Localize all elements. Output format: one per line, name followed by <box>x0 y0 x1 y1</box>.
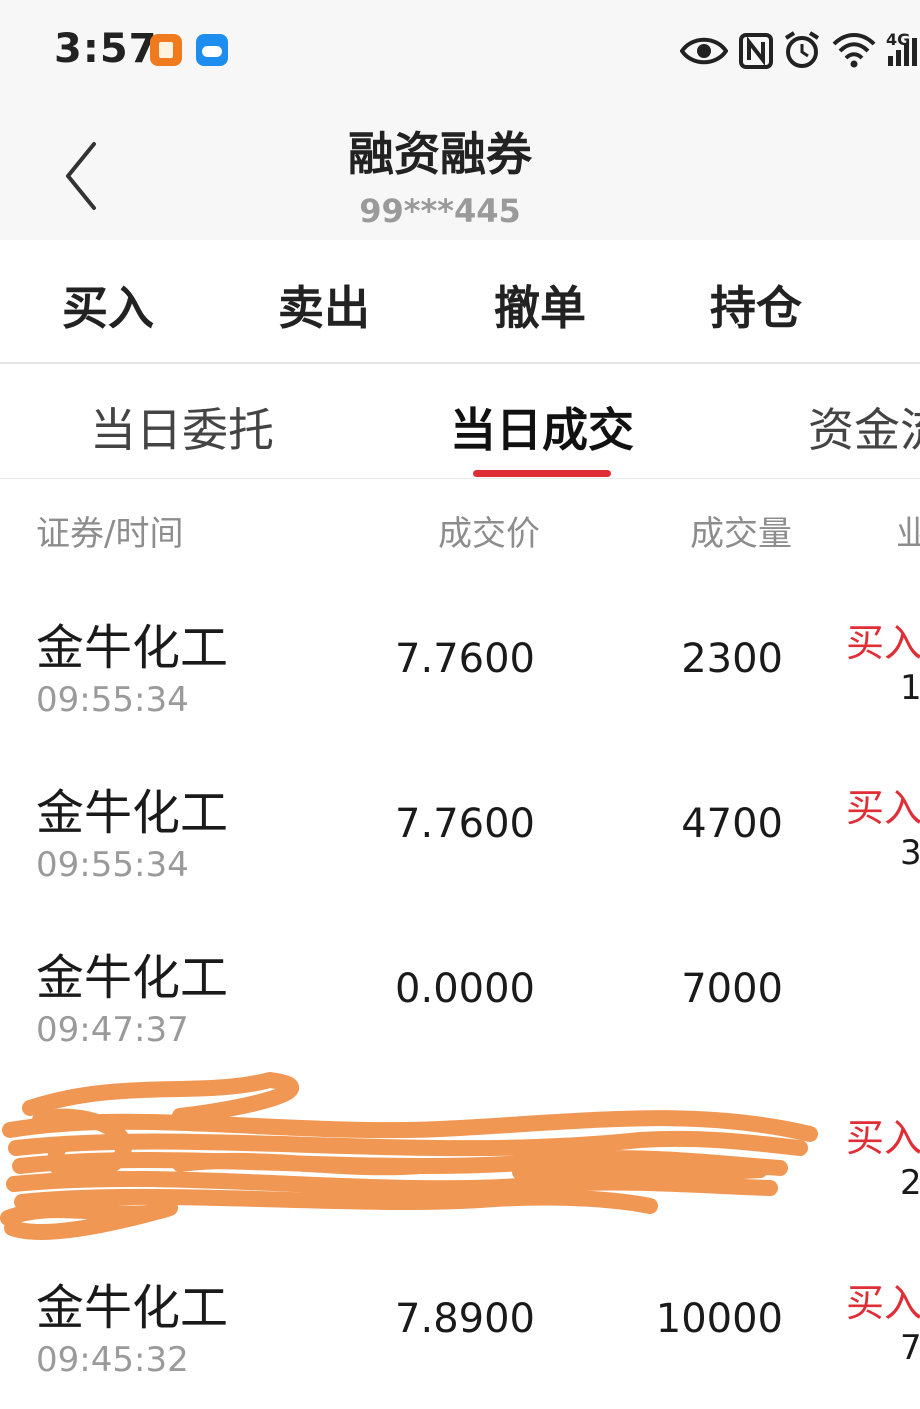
page-title: 融资融券 <box>348 127 532 181</box>
security-name: 金牛化工 <box>36 950 229 1006</box>
security-name: 金牛化工 <box>36 785 229 841</box>
trade-price: 7.8900 <box>395 1296 535 1342</box>
status-bar: 3:57 4G <box>0 0 920 100</box>
table-row[interactable]: 金牛化工 09:55:34 7.7600 2300 买入 1 <box>0 584 920 749</box>
trade-type: 买入 <box>846 621 920 665</box>
trade-time: 09:55:34 <box>36 845 189 885</box>
trade-quantity: 2300 <box>681 636 783 682</box>
column-header-security-time: 证券/时间 <box>36 514 184 554</box>
eye-icon <box>680 37 728 65</box>
trade-quantity: 4700 <box>681 801 783 847</box>
sub-tabs: 当日委托 当日成交 资金流 <box>0 364 920 479</box>
trade-quantity: 10000 <box>655 1296 783 1342</box>
trade-price: 7.7600 <box>395 636 535 682</box>
tab-buy[interactable]: 买入 <box>62 272 154 338</box>
trade-type: 买入 <box>846 786 920 830</box>
trade-quantity: 7000 <box>681 966 783 1012</box>
trade-extra: 1 <box>900 668 920 708</box>
page-header: 融资融券 99***445 <box>0 100 920 240</box>
tab-today-orders[interactable]: 当日委托 <box>90 394 274 460</box>
trade-extra: 7 <box>900 1328 920 1368</box>
tab-cancel-order[interactable]: 撤单 <box>494 272 586 338</box>
trade-extra: 3 <box>900 833 920 873</box>
wifi-icon <box>832 33 876 68</box>
trade-time: 09:47:37 <box>36 1010 189 1050</box>
table-row[interactable]: 金牛化工 09:47:37 0.0000 7000 <box>0 914 920 1079</box>
security-name: 金牛化工 <box>36 620 229 676</box>
trade-time: 09:45:32 <box>36 1340 189 1380</box>
trade-price: 0.0000 <box>395 966 535 1012</box>
active-tab-indicator <box>473 470 611 477</box>
weather-icon <box>196 34 228 66</box>
column-header-price: 成交价 <box>438 514 540 554</box>
trade-time: 09:55:34 <box>36 680 189 720</box>
chevron-left-icon[interactable] <box>50 136 120 216</box>
trade-type: 买入 <box>846 1116 920 1160</box>
trade-extra: 2 <box>900 1163 920 1203</box>
table-row[interactable]: 金牛化工 09:45:32 7.8900 10000 买入 7 <box>0 1244 920 1409</box>
alarm-icon <box>784 31 820 68</box>
column-header-business: 业 <box>896 514 920 554</box>
security-name: 金牛化工 <box>36 1280 229 1336</box>
account-id: 99***445 <box>359 192 521 230</box>
tab-today-trades[interactable]: 当日成交 <box>450 394 634 460</box>
table-row[interactable]: 买入 2 <box>0 1079 920 1244</box>
tab-positions[interactable]: 持仓 <box>710 272 802 338</box>
tab-sell[interactable]: 卖出 <box>278 272 370 338</box>
app-notification-icon <box>150 34 182 66</box>
column-header-quantity: 成交量 <box>690 514 792 554</box>
nfc-icon <box>739 33 773 69</box>
tab-fund-flow[interactable]: 资金流 <box>808 394 920 460</box>
status-time: 3:57 <box>54 26 158 72</box>
table-row[interactable]: 金牛化工 09:55:34 7.7600 4700 买入 3 <box>0 749 920 914</box>
4g-signal-icon: 4G <box>884 30 920 70</box>
trade-price: 7.7600 <box>395 801 535 847</box>
trade-type: 买入 <box>846 1281 920 1325</box>
action-tabs: 买入 卖出 撤单 持仓 <box>0 240 920 364</box>
